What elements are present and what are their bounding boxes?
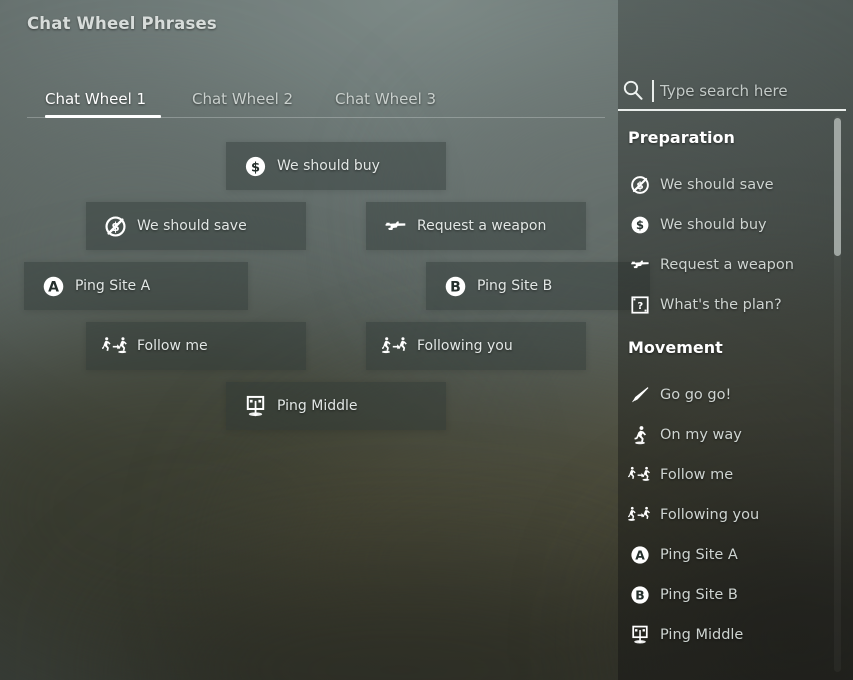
follow-me-icon (101, 333, 128, 359)
chat-wheel-layout: $ We should buy $ We should save Request a w… (0, 118, 650, 680)
tab-chat-wheel-3[interactable]: Chat Wheel 3 (335, 90, 436, 108)
phrase-group-title: Preparation (628, 128, 735, 147)
phrase-list-item[interactable]: Follow me (628, 462, 733, 488)
wheel-slot-4[interactable]: A Ping Site A (24, 262, 248, 310)
no-coin-icon: $ (102, 213, 128, 239)
phrase-list-item[interactable]: Ping Middle (628, 622, 743, 648)
search-input[interactable] (660, 78, 844, 104)
wheel-slot-6[interactable]: Follow me (86, 322, 306, 370)
rifle-icon (628, 253, 652, 277)
phrase-list-item-label: On my way (660, 427, 742, 443)
wheel-slot-label: Request a weapon (417, 218, 547, 234)
phrase-list: Preparation $ We should save $ We should buy… (618, 116, 853, 680)
phrase-list-item-label: Request a weapon (660, 257, 794, 273)
wheel-slot-label: We should save (137, 218, 247, 234)
wheel-slot-label: Following you (417, 338, 513, 354)
phrase-list-item-label: Go go go! (660, 387, 732, 403)
phrase-list-item[interactable]: Go go go! (628, 382, 731, 408)
site-a-icon: A (40, 273, 66, 299)
phrase-list-item-label: Following you (660, 507, 760, 523)
wheel-slot-label: Ping Site B (477, 278, 553, 294)
svg-text:$: $ (636, 218, 644, 232)
page-title: Chat Wheel Phrases (27, 14, 217, 33)
svg-text:A: A (635, 549, 645, 563)
running-icon (628, 423, 652, 447)
site-b-icon: B (442, 273, 468, 299)
phrase-list-item[interactable]: Following you (628, 502, 759, 528)
rifle-icon (382, 213, 408, 239)
ping-middle-icon (242, 393, 268, 419)
site-b-icon: B (628, 583, 652, 607)
site-a-icon: A (628, 543, 652, 567)
phrase-list-item[interactable]: B Ping Site B (628, 582, 738, 608)
phrase-list-item[interactable]: $ We should save (628, 172, 774, 198)
follow-me-icon (628, 463, 652, 487)
wheel-slot-7[interactable]: Following you (366, 322, 586, 370)
phrase-list-item[interactable]: Request a weapon (628, 252, 794, 278)
phrase-list-item[interactable]: $ We should buy (628, 212, 767, 238)
phrase-list-item[interactable]: On my way (628, 422, 742, 448)
wheel-slot-5[interactable]: B Ping Site B (426, 262, 650, 310)
phrase-list-item-label: Ping Site A (660, 547, 738, 563)
svg-text:B: B (635, 589, 644, 603)
knife-icon (628, 383, 652, 407)
svg-text:B: B (450, 279, 461, 295)
map-question-icon: ? (628, 293, 652, 317)
ping-middle-icon (628, 623, 652, 647)
coin-dollar-icon: $ (628, 213, 652, 237)
no-coin-icon: $ (628, 173, 652, 197)
wheel-slot-8[interactable]: Ping Middle (226, 382, 446, 430)
phrase-list-item-label: Follow me (660, 467, 734, 483)
scrollbar-thumb[interactable] (834, 118, 841, 256)
wheel-slot-1[interactable]: $ We should buy (226, 142, 446, 190)
wheel-slot-label: Ping Middle (277, 398, 358, 414)
wheel-slot-2[interactable]: $ We should save (86, 202, 306, 250)
phrase-list-item[interactable]: ? What's the plan? (628, 292, 782, 318)
svg-text:?: ? (637, 301, 643, 312)
chat-wheel-screen: Chat Wheel Phrases Chat Wheel 1 Chat Whee… (0, 0, 853, 680)
search-underline (618, 109, 846, 111)
wheel-slot-3[interactable]: Request a weapon (366, 202, 586, 250)
following-you-icon (628, 503, 652, 527)
tab-chat-wheel-1[interactable]: Chat Wheel 1 (45, 90, 146, 108)
coin-dollar-icon: $ (242, 153, 268, 179)
phrase-list-item-label: Ping Middle (660, 627, 744, 643)
search-cursor (652, 80, 654, 102)
phrase-list-item-label: We should save (660, 177, 774, 193)
following-you-icon (381, 333, 408, 359)
wheel-slot-label: Follow me (137, 338, 208, 354)
search-icon (622, 79, 644, 101)
phrase-list-item-label: We should buy (660, 217, 767, 233)
wheel-slot-label: We should buy (277, 158, 380, 174)
wheel-slot-label: Ping Site A (75, 278, 151, 294)
phrase-group-title: Movement (628, 338, 723, 357)
phrase-list-item-label: What's the plan? (660, 297, 782, 313)
search-bar[interactable] (618, 72, 846, 118)
phrase-list-item[interactable]: A Ping Site A (628, 542, 738, 568)
tab-chat-wheel-2[interactable]: Chat Wheel 2 (192, 90, 293, 108)
tab-bar: Chat Wheel 1 Chat Wheel 2 Chat Wheel 3 (27, 72, 605, 118)
svg-text:A: A (48, 279, 59, 295)
phrase-list-item-label: Ping Site B (660, 587, 738, 603)
svg-text:$: $ (250, 160, 259, 175)
